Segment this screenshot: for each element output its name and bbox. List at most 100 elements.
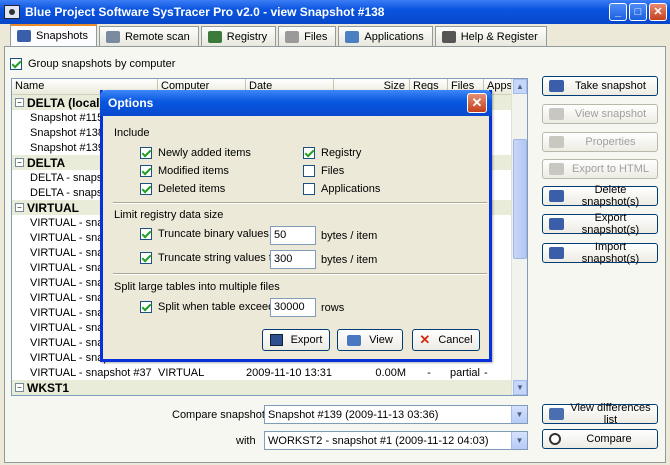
take-snapshot-button[interactable]: Take snapshot bbox=[542, 76, 658, 96]
camera-icon bbox=[549, 247, 564, 259]
include-registry-option[interactable]: Registry bbox=[303, 147, 361, 159]
tab-files[interactable]: Files bbox=[278, 26, 337, 46]
main-tabs: Snapshots Remote scan Registry Files Applica… bbox=[10, 24, 547, 46]
checkbox[interactable] bbox=[140, 165, 152, 177]
checkbox-label: Modified items bbox=[158, 165, 229, 177]
tab-icon bbox=[441, 30, 456, 43]
tab-icon bbox=[207, 30, 222, 43]
tab-snapshots[interactable]: Snapshots bbox=[10, 24, 97, 46]
truncate-string-checkbox[interactable] bbox=[140, 252, 152, 264]
dropdown-arrow-icon[interactable]: ▼ bbox=[511, 406, 527, 423]
truncate-binary-input[interactable]: 50 bbox=[270, 226, 316, 245]
scroll-up-arrow[interactable]: ▲ bbox=[513, 79, 527, 94]
export-button[interactable]: Export bbox=[262, 329, 330, 351]
cell-date: 2009-11-10 13:31 bbox=[246, 366, 333, 379]
truncate-binary-unit: bytes / item bbox=[321, 230, 378, 242]
tab-label: Registry bbox=[226, 30, 268, 43]
scroll-down-arrow[interactable]: ▼ bbox=[513, 380, 527, 395]
split-rows-input[interactable]: 30000 bbox=[270, 298, 316, 317]
import-snapshot-s-button[interactable]: Import snapshot(s) bbox=[542, 241, 658, 265]
tab-label: Applications bbox=[364, 30, 424, 43]
group-name: WKST1 bbox=[27, 380, 69, 395]
include-deleted-items-option[interactable]: Deleted items bbox=[140, 183, 225, 195]
include-label: Include bbox=[114, 127, 150, 139]
collapse-icon[interactable]: − bbox=[15, 98, 24, 107]
scroll-thumb[interactable] bbox=[513, 139, 527, 259]
group-by-computer-checkbox[interactable] bbox=[10, 58, 22, 70]
checkbox[interactable] bbox=[303, 183, 315, 195]
export-label: Export bbox=[290, 334, 323, 346]
group-by-computer-option[interactable]: Group snapshots by computer bbox=[10, 58, 175, 70]
split-option-label: Split when table exceeds bbox=[158, 301, 280, 313]
view-label: View bbox=[369, 334, 393, 346]
truncate-string-unit: bytes / item bbox=[321, 254, 378, 266]
with-label: with bbox=[236, 435, 256, 447]
checkbox[interactable] bbox=[303, 165, 315, 177]
compare-snapshot-label: Compare snapshot bbox=[172, 409, 265, 421]
truncate-binary-checkbox[interactable] bbox=[140, 228, 152, 240]
tab-icon bbox=[285, 30, 300, 43]
magnifier-icon bbox=[549, 433, 561, 445]
compare-with-value: WORKST2 - snapshot #1 (2009-11-12 04:03) bbox=[268, 434, 489, 447]
options-dialog: Options ✕ Include Newly added items Modif… bbox=[100, 90, 492, 362]
list-scrollbar[interactable]: ▲ ▼ bbox=[511, 79, 527, 395]
view-icon bbox=[347, 334, 362, 346]
dropdown-arrow-icon[interactable]: ▼ bbox=[511, 432, 527, 449]
tab-help-register[interactable]: Help & Register bbox=[434, 26, 547, 46]
view-button[interactable]: View bbox=[337, 329, 403, 351]
split-label: Split large tables into multiple files bbox=[114, 281, 280, 293]
export-to-html-button[interactable]: Export to HTML bbox=[542, 159, 658, 179]
tab-icon bbox=[345, 30, 360, 43]
tab-registry[interactable]: Registry bbox=[200, 26, 277, 46]
group-row[interactable]: − WKST1 bbox=[12, 380, 527, 395]
group-name: VIRTUAL bbox=[27, 200, 79, 215]
export-snapshot-s-button[interactable]: Export snapshot(s) bbox=[542, 212, 658, 236]
table-row[interactable]: VIRTUAL - snapshot #37 VIRTUAL 2009-11-10 … bbox=[12, 365, 527, 380]
view-differences-button[interactable]: View differences list bbox=[542, 402, 658, 426]
checkbox[interactable] bbox=[140, 183, 152, 195]
view-snapshot-button[interactable]: View snapshot bbox=[542, 104, 658, 124]
collapse-icon[interactable]: − bbox=[15, 158, 24, 167]
compare-with-select[interactable]: WORKST2 - snapshot #1 (2009-11-12 04:03)… bbox=[264, 431, 528, 450]
include-files-option[interactable]: Files bbox=[303, 165, 344, 177]
window-titlebar: Blue Project Software SysTracer Pro v2.0… bbox=[0, 0, 670, 24]
dialog-close-button[interactable]: ✕ bbox=[467, 93, 487, 113]
checkbox-label: Registry bbox=[321, 147, 362, 159]
tab-remote-scan[interactable]: Remote scan bbox=[98, 26, 199, 46]
group-name: DELTA (local) bbox=[27, 95, 104, 110]
compare-button[interactable]: Compare bbox=[542, 429, 658, 449]
properties-button[interactable]: Properties bbox=[542, 132, 658, 152]
split-checkbox[interactable] bbox=[140, 301, 152, 313]
cancel-x-icon: ✕ bbox=[419, 332, 431, 347]
minimize-button[interactable]: _ bbox=[609, 3, 627, 21]
truncate-binary-option[interactable]: Truncate binary values to bbox=[140, 228, 281, 240]
checkbox-label: Applications bbox=[321, 183, 381, 195]
save-icon bbox=[269, 334, 283, 346]
checkbox[interactable] bbox=[303, 147, 315, 159]
close-button[interactable]: ✕ bbox=[649, 3, 667, 21]
checkbox-label: Deleted items bbox=[158, 183, 226, 195]
cancel-button[interactable]: ✕ Cancel bbox=[412, 329, 480, 351]
collapse-icon[interactable]: − bbox=[15, 203, 24, 212]
cancel-label: Cancel bbox=[438, 334, 473, 346]
include-newly-added-items-option[interactable]: Newly added items bbox=[140, 147, 251, 159]
tab-label: Help & Register bbox=[460, 30, 538, 43]
cell-apps: - bbox=[484, 366, 488, 379]
compare-snapshot-select[interactable]: Snapshot #139 (2009-11-13 03:36) ▼ bbox=[264, 405, 528, 424]
split-option[interactable]: Split when table exceeds bbox=[140, 301, 280, 313]
include-modified-items-option[interactable]: Modified items bbox=[140, 165, 229, 177]
checkbox-label: Newly added items bbox=[158, 147, 251, 159]
include-applications-option[interactable]: Applications bbox=[303, 183, 380, 195]
cell-regs: - bbox=[427, 366, 431, 379]
divider bbox=[113, 273, 487, 275]
divider bbox=[113, 202, 487, 204]
camera-icon bbox=[549, 80, 564, 92]
truncate-string-input[interactable]: 300 bbox=[270, 250, 316, 269]
maximize-button[interactable]: □ bbox=[629, 3, 647, 21]
checkbox[interactable] bbox=[140, 147, 152, 159]
tab-applications[interactable]: Applications bbox=[338, 26, 433, 46]
delete-snapshot-s-button[interactable]: Delete snapshot(s) bbox=[542, 184, 658, 208]
collapse-icon[interactable]: − bbox=[15, 383, 24, 392]
truncate-string-option[interactable]: Truncate string values to bbox=[140, 252, 278, 264]
compare-snapshot-value: Snapshot #139 (2009-11-13 03:36) bbox=[268, 408, 439, 421]
